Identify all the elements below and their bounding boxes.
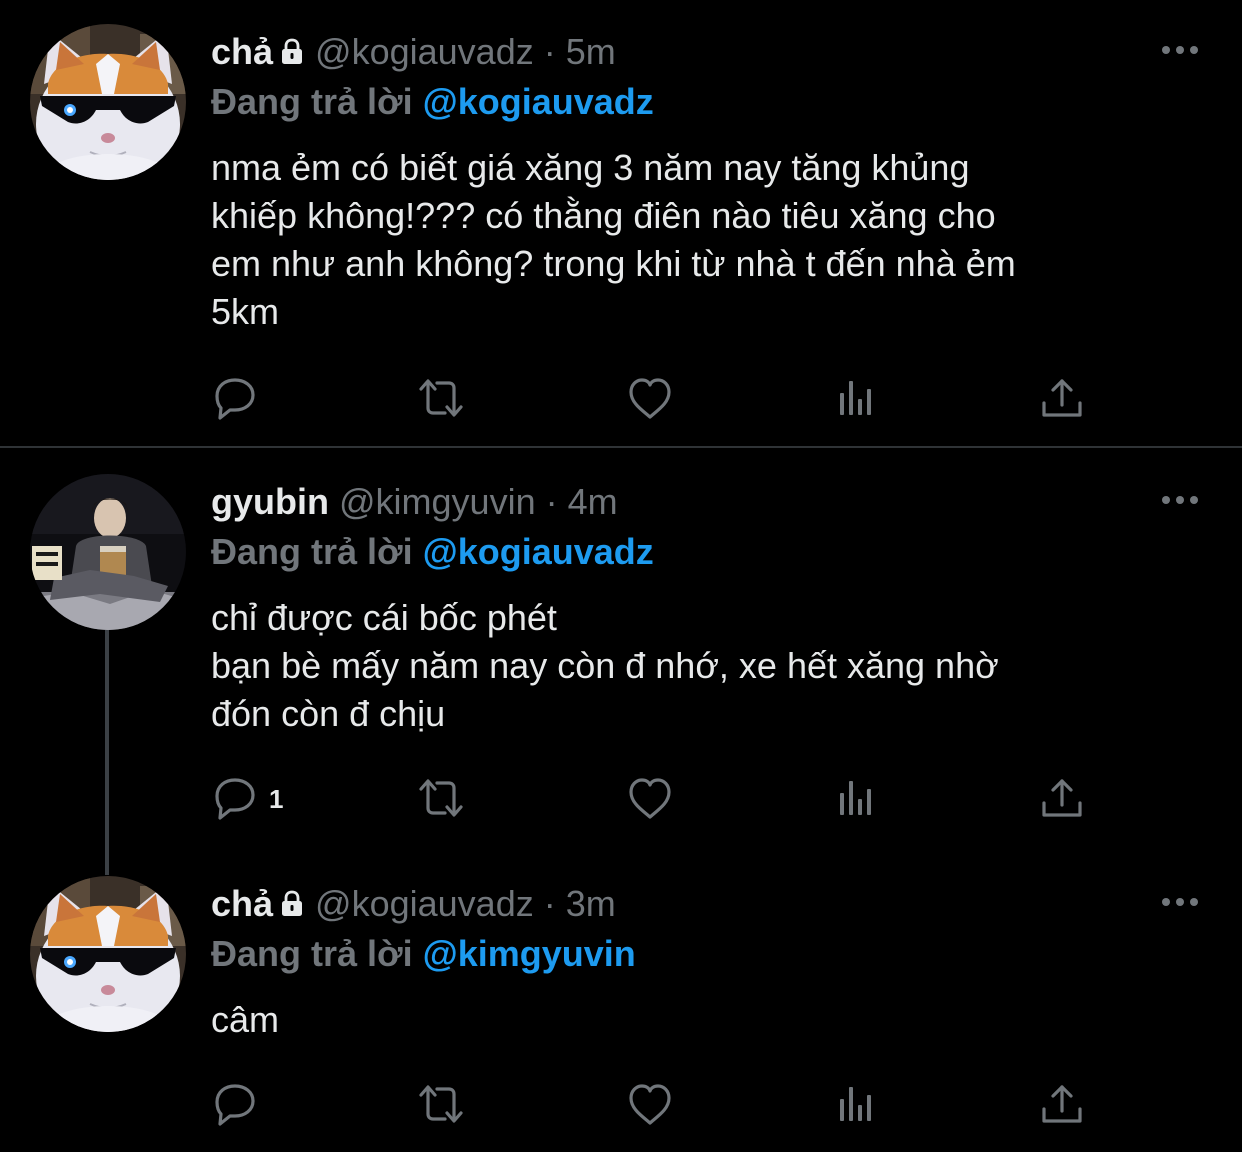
replying-to: Đang trả lời @kogiauvadz xyxy=(211,80,654,124)
tweet-text: câm xyxy=(211,999,280,1040)
replying-label: Đang trả lời xyxy=(211,81,413,122)
retweet-button[interactable] xyxy=(417,774,465,824)
display-name[interactable]: gyubin xyxy=(211,481,329,522)
heart-icon xyxy=(626,775,674,823)
mention-link[interactable]: @kimgyuvin xyxy=(423,933,636,974)
tweet[interactable]: chả @kogiauvadz · 3m Đang trả lời @kimgyu… xyxy=(0,852,1242,1152)
views-icon xyxy=(834,1081,878,1129)
like-button[interactable] xyxy=(626,774,674,824)
more-icon[interactable] xyxy=(1160,892,1200,912)
display-name[interactable]: chả xyxy=(211,31,273,72)
views-button[interactable] xyxy=(834,1080,878,1130)
share-icon xyxy=(1038,1081,1086,1129)
action-bar: 1 xyxy=(211,774,1091,824)
retweet-button[interactable] xyxy=(417,374,465,424)
separator-dot: · xyxy=(543,883,556,924)
reply-count: 1 xyxy=(269,783,284,814)
action-bar xyxy=(211,1080,1091,1130)
separator-dot: · xyxy=(543,31,556,72)
tweet-header: chả @kogiauvadz · 5m xyxy=(211,30,616,76)
lock-icon xyxy=(279,32,305,76)
mention-link[interactable]: @kogiauvadz xyxy=(423,81,654,122)
reply-button[interactable] xyxy=(211,1080,269,1130)
like-button[interactable] xyxy=(626,1080,674,1130)
share-icon xyxy=(1038,775,1086,823)
username[interactable]: @kogiauvadz xyxy=(315,31,534,72)
reply-button[interactable] xyxy=(211,374,269,424)
reply-icon xyxy=(211,775,259,823)
tweet-text: chỉ được cái bốc phét bạn bè mấy năm nay… xyxy=(211,597,999,734)
separator-dot: · xyxy=(545,481,558,522)
tweet-header: chả @kogiauvadz · 3m xyxy=(211,882,616,928)
more-icon[interactable] xyxy=(1160,40,1200,60)
username[interactable]: @kogiauvadz xyxy=(315,883,534,924)
heart-icon xyxy=(626,375,674,423)
action-bar xyxy=(211,374,1091,424)
share-button[interactable] xyxy=(1038,374,1086,424)
reply-button[interactable]: 1 xyxy=(211,774,283,824)
replying-to: Đang trả lời @kimgyuvin xyxy=(211,932,636,976)
tweet[interactable]: gyubin @kimgyuvin · 4m Đang trả lời @kog… xyxy=(0,448,1242,852)
share-button[interactable] xyxy=(1038,774,1086,824)
avatar[interactable] xyxy=(30,24,186,180)
tweet-header: gyubin @kimgyuvin · 4m xyxy=(211,480,618,524)
avatar[interactable] xyxy=(30,474,186,630)
reply-icon xyxy=(211,375,259,423)
lock-icon xyxy=(279,884,305,928)
timestamp[interactable]: 5m xyxy=(566,31,616,72)
replying-to: Đang trả lời @kogiauvadz xyxy=(211,530,654,574)
views-icon xyxy=(834,375,878,423)
more-icon[interactable] xyxy=(1160,490,1200,510)
share-button[interactable] xyxy=(1038,1080,1086,1130)
retweet-icon xyxy=(417,775,465,823)
heart-icon xyxy=(626,1081,674,1129)
retweet-icon xyxy=(417,375,465,423)
views-button[interactable] xyxy=(834,774,878,824)
replying-label: Đang trả lời xyxy=(211,933,413,974)
retweet-button[interactable] xyxy=(417,1080,465,1130)
mention-link[interactable]: @kogiauvadz xyxy=(423,531,654,572)
like-button[interactable] xyxy=(626,374,674,424)
avatar[interactable] xyxy=(30,876,186,1032)
tweet[interactable]: chả @kogiauvadz · 5m Đang trả lời @kogiau… xyxy=(0,0,1242,446)
share-icon xyxy=(1038,375,1086,423)
reply-icon xyxy=(211,1081,259,1129)
timestamp[interactable]: 3m xyxy=(566,883,616,924)
tweet-text: nma ẻm có biết giá xăng 3 năm nay tăng k… xyxy=(211,147,1016,332)
timestamp[interactable]: 4m xyxy=(568,481,618,522)
retweet-icon xyxy=(417,1081,465,1129)
display-name[interactable]: chả xyxy=(211,883,273,924)
replying-label: Đang trả lời xyxy=(211,531,413,572)
views-icon xyxy=(834,775,878,823)
views-button[interactable] xyxy=(834,374,878,424)
username[interactable]: @kimgyuvin xyxy=(339,481,536,522)
